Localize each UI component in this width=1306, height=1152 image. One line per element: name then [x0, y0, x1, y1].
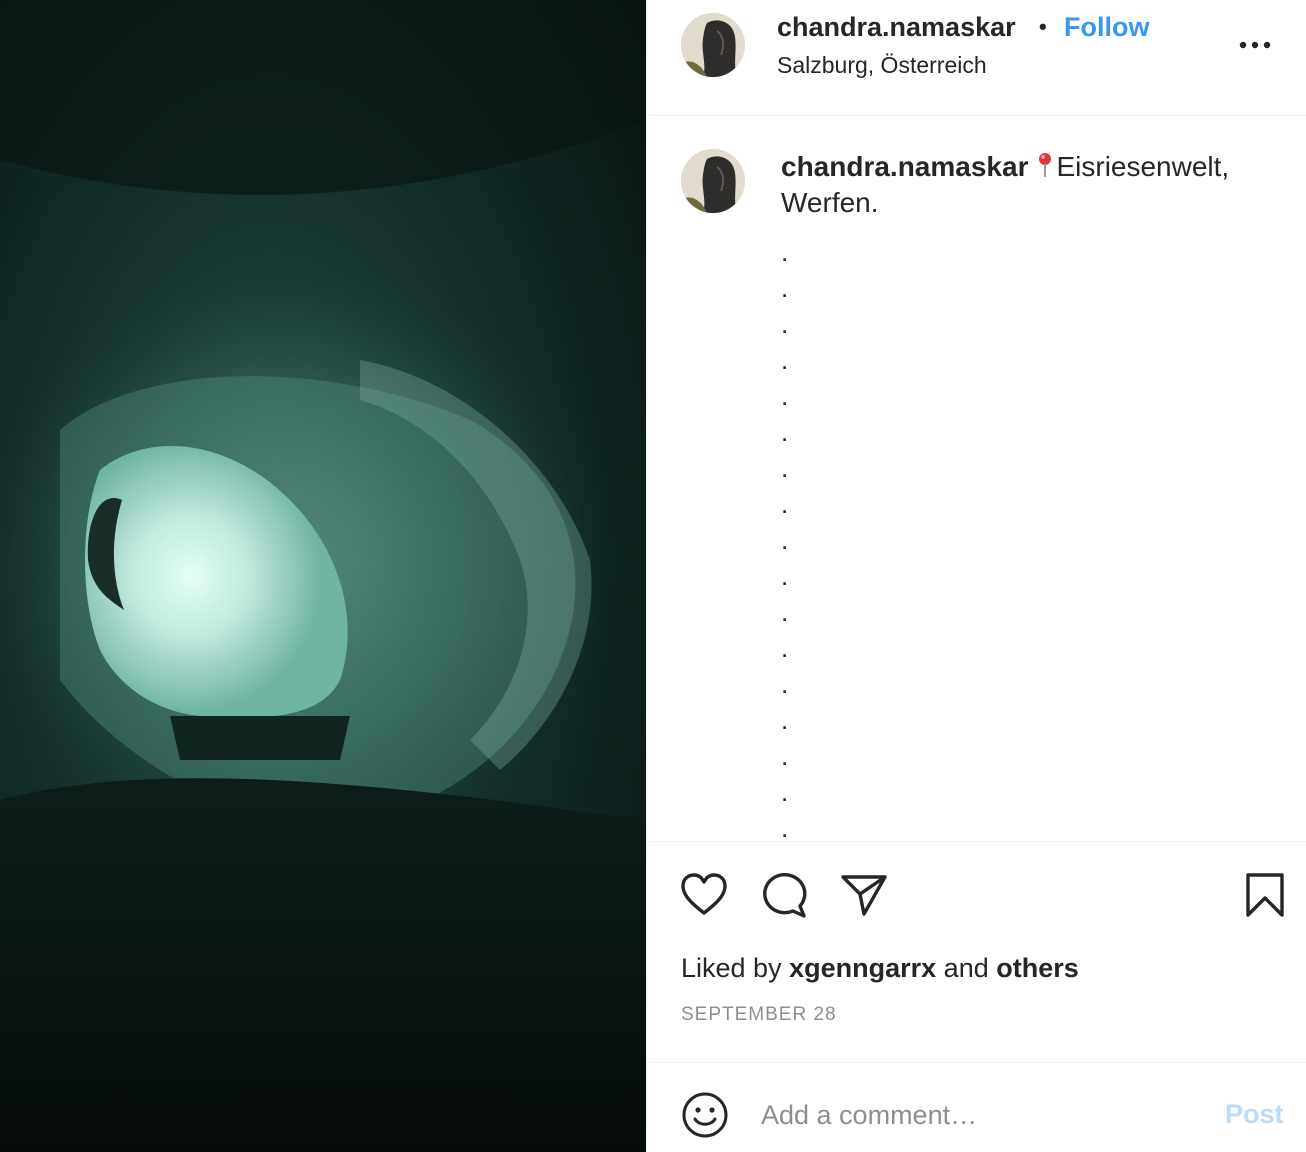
- follow-button[interactable]: Follow: [1064, 10, 1149, 44]
- caption-area: chandra.namaskar Eisriesenwelt, Werfen. .…: [647, 116, 1306, 841]
- separator-dot: •: [1039, 14, 1047, 39]
- post-actions: Liked by xgenngarrx and others SEPTEMBER…: [647, 841, 1306, 1063]
- caption-dot: .: [781, 741, 789, 771]
- avatar-image: [681, 149, 745, 213]
- smiley-face-icon[interactable]: [681, 1091, 729, 1139]
- caption-avatar[interactable]: [681, 149, 745, 213]
- round-pushpin-icon: [1039, 153, 1052, 177]
- avatar-image: [681, 13, 745, 77]
- caption-dot: .: [781, 669, 789, 699]
- liked-by-text: Liked by xgenngarrx and others: [681, 951, 1079, 985]
- caption-dot: .: [781, 345, 789, 375]
- caption-dot: .: [781, 813, 789, 841]
- liked-by-others[interactable]: others: [996, 953, 1079, 983]
- caption-dot: .: [781, 237, 789, 267]
- comment-box: Post: [647, 1063, 1306, 1152]
- instagram-post-view: chandra.namaskar • Follow Salzburg, Öste…: [0, 0, 1306, 1152]
- heart-icon[interactable]: [679, 870, 729, 920]
- post-date[interactable]: SEPTEMBER 28: [681, 1003, 837, 1027]
- liked-by-conjunction: and: [943, 953, 989, 983]
- more-options-icon[interactable]: [1237, 28, 1277, 62]
- liked-by-user[interactable]: xgenngarrx: [789, 953, 936, 983]
- post-comment-button[interactable]: Post: [1225, 1097, 1284, 1131]
- caption-dot: .: [781, 597, 789, 627]
- caption-dot: .: [781, 273, 789, 303]
- caption-dot: .: [781, 561, 789, 591]
- caption-username[interactable]: chandra.namaskar: [781, 151, 1028, 182]
- caption-dot: .: [781, 633, 789, 663]
- caption-dot: .: [781, 705, 789, 735]
- liked-by-prefix: Liked by: [681, 953, 782, 983]
- caption-dot: .: [781, 489, 789, 519]
- post-header: chandra.namaskar • Follow Salzburg, Öste…: [647, 0, 1306, 116]
- comment-bubble-icon[interactable]: [759, 870, 809, 920]
- comment-input[interactable]: [761, 1093, 1181, 1137]
- caption-dot: .: [781, 309, 789, 339]
- avatar[interactable]: [681, 13, 745, 77]
- caption-dot: .: [781, 381, 789, 411]
- caption-dot: .: [781, 417, 789, 447]
- caption-dot: .: [781, 453, 789, 483]
- caption-text: chandra.namaskar Eisriesenwelt, Werfen.: [781, 149, 1271, 221]
- ice-cave-photo: [0, 0, 646, 1152]
- bookmark-icon[interactable]: [1240, 870, 1290, 920]
- caption-dot: .: [781, 777, 789, 807]
- caption-dot: .: [781, 525, 789, 555]
- paper-plane-icon[interactable]: [839, 870, 889, 920]
- post-location-link[interactable]: Salzburg, Österreich: [777, 49, 987, 81]
- caption-dots: . . . . . . . . . . . . . . . . .: [781, 234, 801, 841]
- post-author-username[interactable]: chandra.namaskar: [777, 10, 1016, 44]
- post-side-panel: chandra.namaskar • Follow Salzburg, Öste…: [646, 0, 1306, 1152]
- post-photo[interactable]: [0, 0, 646, 1152]
